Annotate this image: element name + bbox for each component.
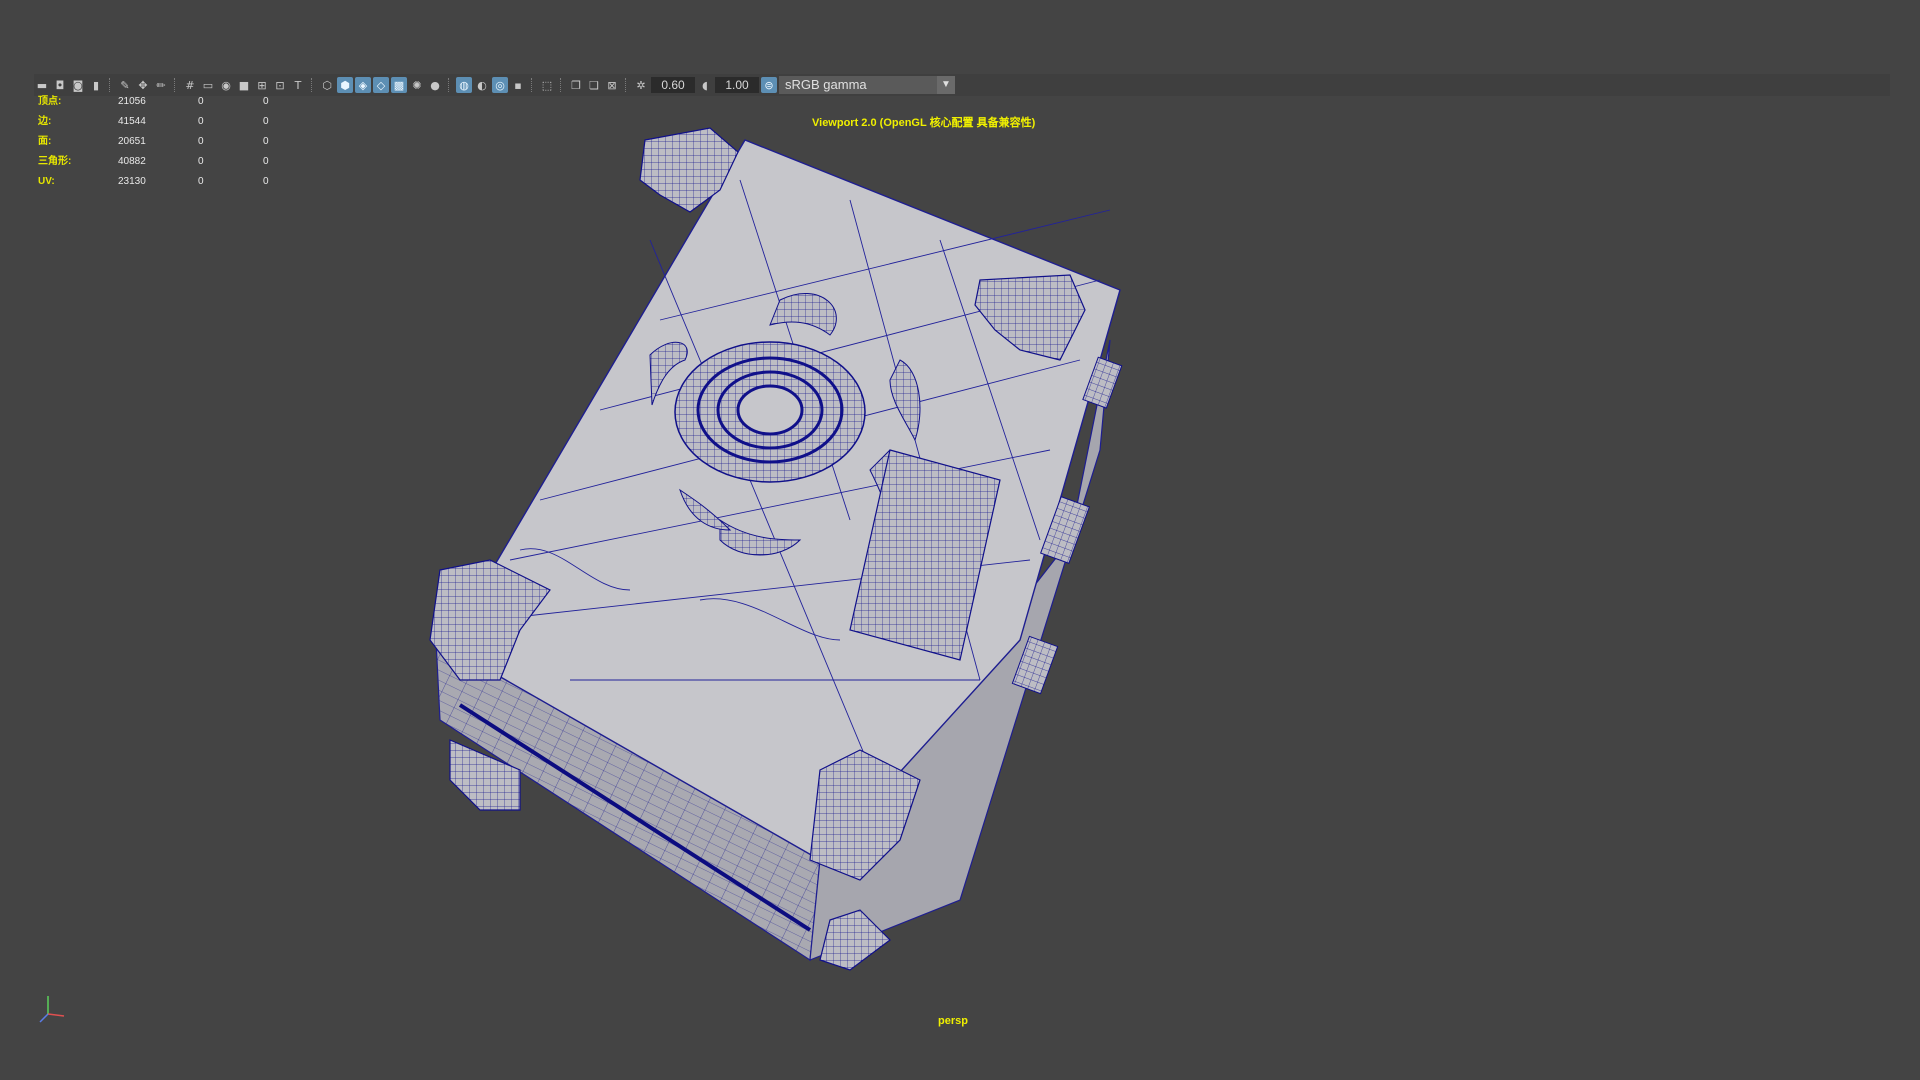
select-camera-icon[interactable]: ❏	[586, 77, 602, 93]
safe-action-icon[interactable]: ⊡	[272, 77, 288, 93]
hud-row-vertices: 顶点: 21056 0 0	[38, 92, 303, 112]
grid-icon[interactable]: #	[182, 77, 198, 93]
bookmark-icon[interactable]: ▮	[88, 77, 104, 93]
ambient-occlusion-icon[interactable]: ◍	[456, 77, 472, 93]
depth-of-field-icon[interactable]: ▪	[510, 77, 526, 93]
xray-joints-icon[interactable]: ▩	[391, 77, 407, 93]
smooth-shade-icon[interactable]: ⬢	[337, 77, 353, 93]
hud-selected: 0	[198, 136, 204, 147]
camera-bookmark-icon[interactable]: ◙	[70, 77, 86, 93]
hud-value: 40882	[118, 156, 146, 167]
camera-attr-icon[interactable]: ◘	[52, 77, 68, 93]
hud-component: 0	[263, 96, 269, 107]
toolbar-separator	[560, 78, 563, 92]
shadows-icon[interactable]: ●	[427, 77, 443, 93]
exposure-field[interactable]: 0.60	[651, 77, 695, 93]
color-management-icon[interactable]: ⊜	[761, 77, 777, 93]
hud-value: 41544	[118, 116, 146, 127]
viewport-toolbar: ▬ ◘ ◙ ▮ ✎ ✥ ✏ # ▭ ◉ ■ ⊞ ⊡ T ⬡ ⬢ ◈ ◇ ▩ ✺ …	[34, 74, 1890, 96]
anti-alias-icon[interactable]: ◎	[492, 77, 508, 93]
toolbar-separator	[625, 78, 628, 92]
gamma-icon[interactable]: ◖	[697, 77, 713, 93]
view-axis-gizmo	[39, 996, 65, 1023]
color-space-dropdown[interactable]: sRGB gamma ▼	[779, 76, 955, 94]
xray-icon[interactable]: ◇	[373, 77, 389, 93]
exposure-toggle-icon[interactable]: ✲	[633, 77, 649, 93]
hud-label: 边:	[38, 116, 52, 127]
safe-title-icon[interactable]: T	[290, 77, 306, 93]
xray-active-icon[interactable]: ❐	[568, 77, 584, 93]
wireframe-icon[interactable]: ⬡	[319, 77, 335, 93]
hud-value: 21056	[118, 96, 146, 107]
hud-selected: 0	[198, 116, 204, 127]
hud-row-faces: 面: 20651 0 0	[38, 132, 303, 152]
toolbar-separator	[448, 78, 451, 92]
hud-poly-count: 顶点: 21056 0 0 边: 41544 0 0 面: 20651 0 0 …	[38, 92, 303, 192]
exposure-icon[interactable]: ⊠	[604, 77, 620, 93]
hud-component: 0	[263, 116, 269, 127]
motion-blur-icon[interactable]: ◐	[474, 77, 490, 93]
hud-row-triangles: 三角形: 40882 0 0	[38, 152, 303, 172]
viewport-panel[interactable]: ▬ ◘ ◙ ▮ ✎ ✥ ✏ # ▭ ◉ ■ ⊞ ⊡ T ⬡ ⬢ ◈ ◇ ▩ ✺ …	[0, 0, 1920, 1080]
toolbar-separator	[531, 78, 534, 92]
grease-pencil-icon[interactable]: ✏	[153, 77, 169, 93]
hud-component: 0	[263, 176, 269, 187]
toolbar-separator	[311, 78, 314, 92]
hud-row-uvs: UV: 23130 0 0	[38, 172, 303, 192]
cover-emblem	[674, 341, 866, 483]
field-chart-icon[interactable]: ⊞	[254, 77, 270, 93]
hud-label: 三角形:	[38, 156, 72, 167]
camera-icon[interactable]: ▬	[34, 77, 50, 93]
camera-name-label: persp	[938, 1015, 968, 1027]
hud-component: 0	[263, 136, 269, 147]
film-gate-icon[interactable]: ▭	[200, 77, 216, 93]
hud-row-edges: 边: 41544 0 0	[38, 112, 303, 132]
hud-label: UV:	[38, 176, 55, 187]
lights-icon[interactable]: ✺	[409, 77, 425, 93]
hud-selected: 0	[198, 96, 204, 107]
color-space-value: sRGB gamma	[785, 77, 867, 92]
hud-value: 20651	[118, 136, 146, 147]
pan-zoom-icon[interactable]: ✥	[135, 77, 151, 93]
hud-label: 顶点:	[38, 96, 62, 107]
book-model-mesh[interactable]	[420, 120, 1340, 1020]
hud-component: 0	[263, 156, 269, 167]
toolbar-separator	[109, 78, 112, 92]
resolution-gate-icon[interactable]: ◉	[218, 77, 234, 93]
chevron-down-icon: ▼	[937, 76, 955, 94]
toolbar-separator	[174, 78, 177, 92]
hud-label: 面:	[38, 136, 52, 147]
hud-selected: 0	[198, 156, 204, 167]
gamma-field[interactable]: 1.00	[715, 77, 759, 93]
hud-selected: 0	[198, 176, 204, 187]
isolate-select-icon[interactable]: ⬚	[539, 77, 555, 93]
wireframe-on-shaded-icon[interactable]: ◈	[355, 77, 371, 93]
gate-mask-icon[interactable]: ■	[236, 77, 252, 93]
hud-value: 23130	[118, 176, 146, 187]
image-plane-icon[interactable]: ✎	[117, 77, 133, 93]
